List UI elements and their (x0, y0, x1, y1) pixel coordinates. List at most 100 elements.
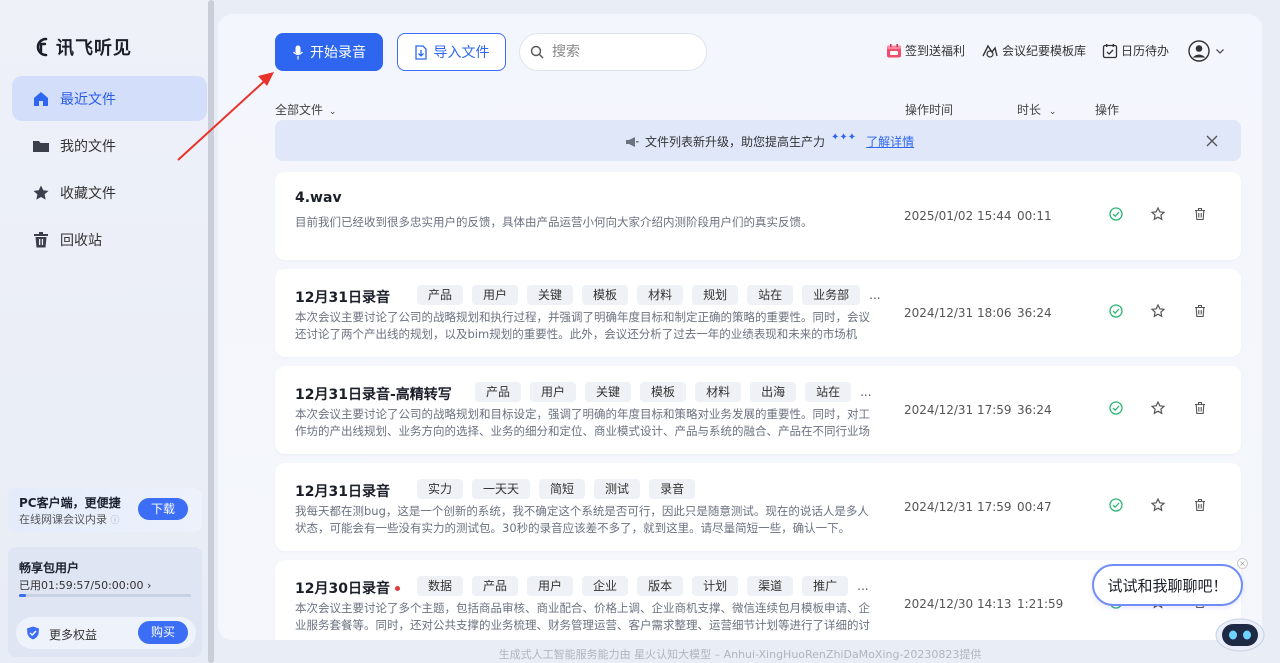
file-tag[interactable]: 用户 (530, 382, 577, 402)
file-tag[interactable]: 实力 (417, 479, 464, 499)
usage-progress-fill (19, 594, 26, 597)
file-row[interactable]: 4.wav 目前我们已经收到很多忠实用户的反馈，具体由产品运营小何向大家介绍内测… (275, 172, 1241, 260)
sidebar-item-favorites[interactable]: 收藏文件 (12, 170, 207, 215)
file-actions (1109, 401, 1207, 415)
file-row[interactable]: 12月31日录音-高精转写 产品 用户 关键 模板 材料 出海 站在 ... 本… (275, 366, 1241, 454)
file-duration: 1:21:59 (1017, 597, 1064, 611)
file-title: 12月31日录音 (295, 287, 390, 307)
package-card: 畅享包用户 已用01:59:57/50:00:00 › 更多权益 购买 (8, 547, 202, 657)
file-tag[interactable]: 一天天 (472, 479, 531, 499)
more-tags-icon[interactable]: ... (857, 576, 868, 596)
file-summary: 本次会议主要讨论了多个主题，包括商品审核、商业配合、价格上调、企业商机支撑、微信… (295, 601, 870, 632)
chevron-down-icon: ⌄ (1048, 107, 1057, 117)
actions-header: 操作 (1095, 103, 1120, 117)
file-tag[interactable]: 关键 (585, 382, 632, 402)
check-circle-icon[interactable] (1109, 207, 1123, 221)
file-tag[interactable]: 出海 (750, 382, 797, 402)
import-file-button[interactable]: 导入文件 (397, 33, 506, 71)
shield-check-icon (27, 626, 39, 640)
file-tag[interactable]: 用户 (527, 576, 574, 596)
file-tag[interactable]: 简短 (539, 479, 586, 499)
file-tag[interactable]: 计划 (692, 576, 739, 596)
file-tag[interactable]: 材料 (695, 382, 742, 402)
sidebar-item-my-files[interactable]: 我的文件 (12, 123, 207, 168)
sidebar-scrollbar[interactable] (208, 0, 214, 663)
start-recording-button[interactable]: 开始录音 (275, 33, 383, 71)
file-duration: 00:11 (1017, 209, 1052, 223)
buy-button[interactable]: 购买 (138, 621, 188, 644)
sidebar-item-label: 我的文件 (60, 138, 116, 155)
pc-card-subtitle: 在线网课会议内录 ⓘ (19, 511, 120, 527)
notice-learn-more-link[interactable]: 了解详情 (866, 133, 914, 150)
file-title-text: 12月30日录音 (295, 581, 390, 597)
more-tags-icon[interactable]: ... (860, 382, 871, 402)
file-time: 2025/01/02 15:44 (904, 209, 1012, 223)
delete-icon[interactable] (1193, 304, 1207, 318)
calendar-todo-link[interactable]: 日历待办 (1102, 42, 1169, 59)
more-benefits-label[interactable]: 更多权益 (49, 626, 97, 643)
duration-header[interactable]: 时长 ⌄ (1017, 101, 1056, 118)
assistant-bubble[interactable]: 试试和我聊聊吧！ (1092, 564, 1243, 606)
file-tag[interactable]: 模板 (640, 382, 687, 402)
file-tag[interactable]: 站在 (747, 285, 794, 305)
info-icon: ⓘ (110, 516, 120, 526)
trash-icon (32, 231, 50, 249)
file-tag[interactable]: 数据 (417, 576, 464, 596)
op-time-header: 操作时间 (905, 103, 954, 117)
favorite-star-icon[interactable] (1151, 207, 1165, 221)
file-tag[interactable]: 模板 (582, 285, 629, 305)
brand-mark-icon (36, 37, 48, 57)
notice-text: 文件列表新升级，助您提高生产力 (645, 135, 826, 149)
file-tag[interactable]: 用户 (472, 285, 519, 305)
meeting-template-link[interactable]: 会议纪要模板库 (981, 42, 1086, 59)
file-tag[interactable]: 关键 (527, 285, 574, 305)
favorite-star-icon[interactable] (1151, 401, 1165, 415)
checkin-reward-label: 签到送福利 (905, 44, 966, 58)
pc-card-title: PC客户端，更便捷 (19, 496, 121, 510)
file-actions (1109, 207, 1207, 221)
file-tag[interactable]: 材料 (637, 285, 684, 305)
sidebar-item-trash[interactable]: 回收站 (12, 217, 207, 262)
check-circle-icon[interactable] (1109, 498, 1123, 512)
file-tag[interactable]: 站在 (805, 382, 852, 402)
download-button[interactable]: 下载 (138, 498, 188, 520)
package-usage[interactable]: 已用01:59:57/50:00:00 › (19, 577, 151, 593)
file-tag[interactable]: 产品 (417, 285, 464, 305)
duration-header-label: 时长 (1017, 103, 1042, 117)
more-tags-icon[interactable]: ... (869, 285, 880, 305)
sidebar-item-recent[interactable]: 最近文件 (12, 76, 207, 121)
calendar-check-icon (1102, 43, 1118, 58)
chevron-down-icon[interactable] (1215, 46, 1225, 56)
file-tag[interactable]: 产品 (472, 576, 519, 596)
brand-logo[interactable]: 讯飞听见 (32, 34, 132, 60)
file-tag[interactable]: 产品 (475, 382, 522, 402)
file-row[interactable]: 12月31日录音 实力 一天天 简短 测试 录音 我每天都在测bug，这是一个创… (275, 463, 1241, 551)
file-duration: 00:47 (1017, 500, 1052, 514)
favorite-star-icon[interactable] (1151, 498, 1165, 512)
assistant-bot-icon[interactable] (1214, 613, 1266, 653)
all-files-filter[interactable]: 全部文件 ⌄ (275, 101, 336, 118)
file-actions (1109, 304, 1207, 318)
usage-progress-bar (19, 594, 191, 597)
file-tag[interactable]: 渠道 (747, 576, 794, 596)
favorite-star-icon[interactable] (1151, 304, 1165, 318)
file-tag[interactable]: 录音 (649, 479, 696, 499)
checkin-reward-link[interactable]: 签到送福利 (886, 42, 965, 59)
close-icon[interactable]: × (1237, 558, 1248, 569)
check-circle-icon[interactable] (1109, 401, 1123, 415)
delete-icon[interactable] (1193, 207, 1207, 221)
search-input[interactable] (552, 44, 692, 60)
delete-icon[interactable] (1193, 498, 1207, 512)
file-tag[interactable]: 企业 (582, 576, 629, 596)
close-icon[interactable] (1205, 134, 1219, 148)
file-tag[interactable]: 规划 (692, 285, 739, 305)
file-tag[interactable]: 测试 (594, 479, 641, 499)
brand-name: 讯飞听见 (56, 38, 132, 59)
delete-icon[interactable] (1193, 401, 1207, 415)
user-avatar[interactable] (1188, 40, 1210, 62)
file-tag[interactable]: 版本 (637, 576, 684, 596)
check-circle-icon[interactable] (1109, 304, 1123, 318)
file-tag[interactable]: 推广 (802, 576, 849, 596)
file-tag[interactable]: 业务部 (802, 285, 861, 305)
file-row[interactable]: 12月31日录音 产品 用户 关键 模板 材料 规划 站在 业务部 ... 本次… (275, 269, 1241, 357)
